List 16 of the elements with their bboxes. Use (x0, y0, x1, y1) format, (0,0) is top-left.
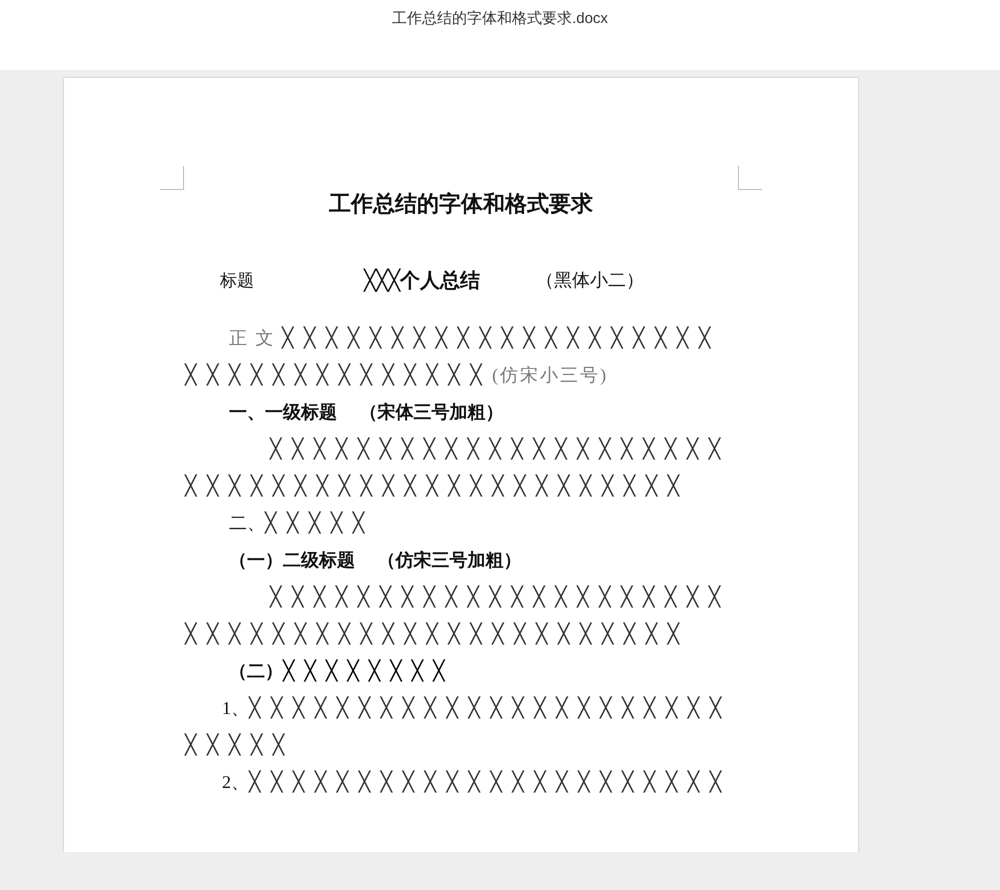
list-item-paragraph: 1、╳╳╳╳╳╳╳╳╳╳╳╳╳╳╳╳╳╳╳╳╳╳╳╳╳╳╳ (185, 695, 733, 758)
list-item-paragraph: 2、╳╳╳╳╳╳╳╳╳╳╳╳╳╳╳╳╳╳╳╳╳╳ (221, 769, 733, 795)
title-sample: ╳╳╳个人总结 (364, 266, 480, 294)
heading-paragraph: 一、一级标题 （宋体三号加粗） (228, 401, 504, 424)
title-label: 标题 (220, 270, 255, 292)
body-paragraph: 正 文 ╳╳╳╳╳╳╳╳╳╳╳╳╳╳╳╳╳╳╳╳╳╳╳╳╳╳╳╳╳╳╳╳╳╳(仿宋小三号) (185, 325, 722, 388)
body-paragraph: 二、╳╳╳╳╳ (228, 510, 376, 536)
subheading-paragraph: （一）二级标题 （仿宋三号加粗） (228, 549, 522, 572)
crop-mark-icon (160, 166, 184, 190)
body-paragraph: ╳╳╳╳╳╳╳╳╳╳╳╳╳╳╳╳╳╳╳╳╳╳╳╳╳╳╳╳╳╳╳╳╳╳╳╳╳╳╳╳╳╳╳╳ (185, 584, 732, 647)
body-paragraph: ╳╳╳╳╳╳╳╳╳╳╳╳╳╳╳╳╳╳╳╳╳╳╳╳╳╳╳╳╳╳╳╳╳╳╳╳╳╳╳╳╳╳╳╳ (185, 436, 732, 499)
font-note: （黑体小二） (536, 269, 644, 292)
crop-mark-icon (738, 166, 762, 190)
document-title: 工作总结的字体和格式要求.docx (392, 9, 608, 28)
document-heading: 工作总结的字体和格式要求 (328, 190, 594, 219)
subheading-paragraph: （二）╳╳╳╳╳╳╳╳ (228, 658, 456, 684)
